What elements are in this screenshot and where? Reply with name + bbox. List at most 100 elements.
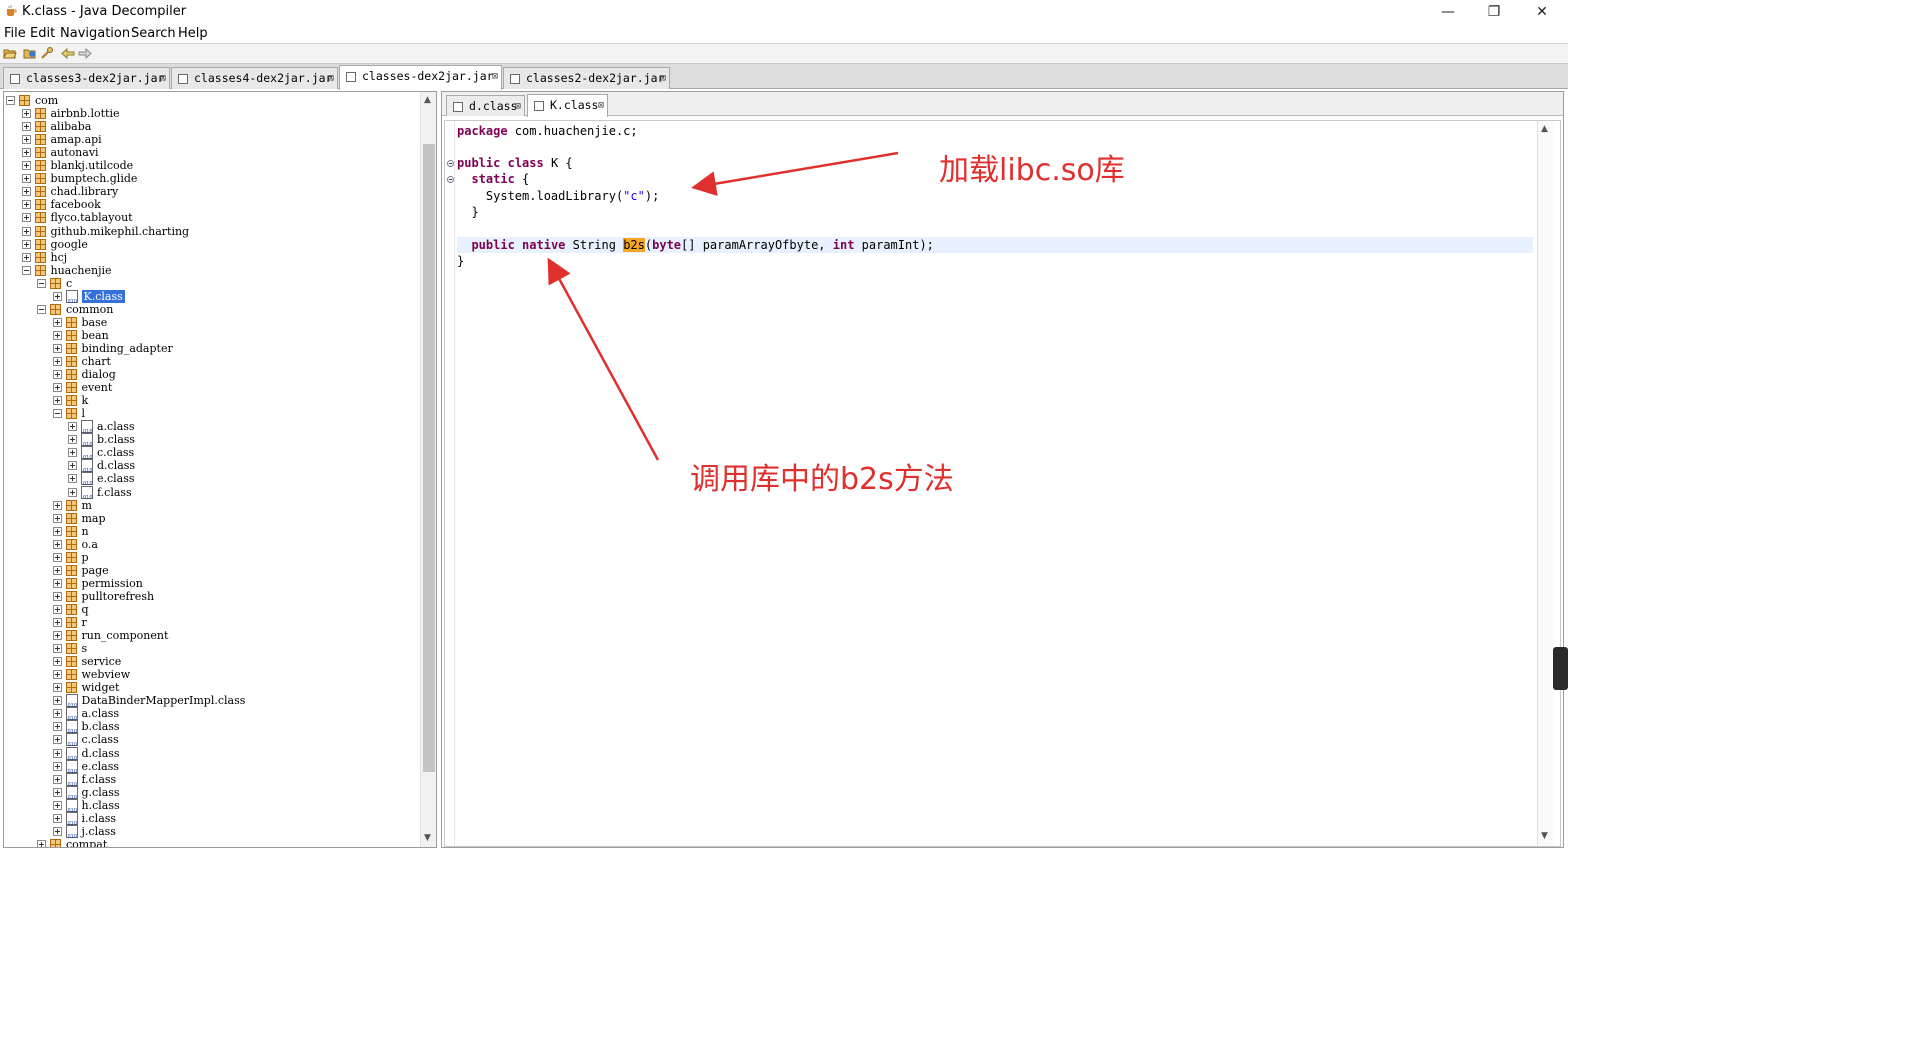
code-token: com.huachenjie.c;	[507, 124, 638, 138]
open-file-icon[interactable]	[3, 47, 17, 60]
close-icon[interactable]: ⊠	[515, 101, 521, 112]
collapse-icon[interactable]	[52, 409, 62, 419]
tab-classes2-dex2jar[interactable]: classes2-dex2jar.jar ⊠	[503, 67, 670, 89]
expand-icon[interactable]	[52, 552, 62, 562]
expand-icon[interactable]	[52, 330, 62, 340]
expand-icon[interactable]	[52, 813, 62, 823]
back-icon[interactable]	[61, 47, 75, 60]
expand-icon[interactable]	[21, 122, 31, 132]
expand-icon[interactable]	[52, 787, 62, 797]
expand-icon[interactable]	[21, 200, 31, 210]
close-icon[interactable]: ⊠	[598, 100, 604, 111]
scroll-up-icon[interactable]: ▲	[1541, 124, 1548, 134]
tree-scrollbar[interactable]: ▲ ▼	[420, 92, 436, 847]
expand-icon[interactable]	[52, 526, 62, 536]
collapse-icon[interactable]	[37, 304, 46, 314]
expand-icon[interactable]	[52, 722, 62, 732]
expand-icon[interactable]	[52, 317, 62, 327]
fold-toggle-icon[interactable]	[447, 160, 454, 167]
expand-icon[interactable]	[21, 213, 31, 223]
expand-icon[interactable]	[68, 435, 77, 445]
expand-icon[interactable]	[52, 396, 62, 406]
scroll-down-icon[interactable]: ▼	[1541, 831, 1548, 841]
package-icon	[65, 643, 77, 655]
expand-icon[interactable]	[52, 696, 62, 706]
expand-icon[interactable]	[68, 422, 77, 432]
menu-edit[interactable]: Edit	[30, 26, 55, 41]
side-handle[interactable]	[1553, 647, 1568, 690]
expand-icon[interactable]	[21, 226, 31, 236]
expand-icon[interactable]	[21, 109, 31, 119]
package-icon	[65, 512, 77, 524]
forward-icon[interactable]	[78, 47, 92, 60]
close-icon[interactable]: ⊠	[492, 71, 498, 82]
expand-icon[interactable]	[68, 448, 77, 458]
expand-icon[interactable]	[52, 735, 62, 745]
tab-classes4-dex2jar[interactable]: classes4-dex2jar.jar ⊠	[171, 67, 338, 89]
expand-icon[interactable]	[52, 343, 62, 353]
expand-icon[interactable]	[52, 670, 62, 680]
maximize-button[interactable]: ❐	[1471, 2, 1517, 22]
expand-icon[interactable]	[21, 148, 31, 158]
expand-icon[interactable]	[21, 187, 31, 197]
tab-k-class[interactable]: K.class ⊠	[527, 94, 608, 117]
expand-icon[interactable]	[52, 657, 62, 667]
expand-icon[interactable]	[52, 644, 62, 654]
tab-d-class[interactable]: d.class ⊠	[446, 95, 525, 116]
expand-icon[interactable]	[21, 135, 31, 145]
close-button[interactable]: ✕	[1519, 2, 1565, 22]
expand-icon[interactable]	[52, 291, 62, 301]
scroll-down-icon[interactable]: ▼	[424, 833, 431, 843]
expand-icon[interactable]	[68, 487, 77, 497]
tree-node-label: facebook	[50, 198, 101, 212]
open-type-icon[interactable]	[23, 47, 37, 60]
expand-icon[interactable]	[52, 761, 62, 771]
expand-icon[interactable]	[52, 578, 62, 588]
expand-icon[interactable]	[52, 774, 62, 784]
expand-icon[interactable]	[52, 565, 62, 575]
tab-classes-dex2jar[interactable]: classes-dex2jar.jar ⊠	[339, 65, 502, 90]
search-icon[interactable]	[40, 47, 54, 60]
close-icon[interactable]: ⊠	[328, 73, 334, 84]
editor-scrollbar[interactable]: ▲ ▼	[1537, 121, 1553, 846]
expand-icon[interactable]	[68, 461, 77, 471]
expand-icon[interactable]	[21, 174, 31, 184]
expand-icon[interactable]	[52, 631, 62, 641]
code-token: String	[565, 238, 624, 252]
menu-navigation[interactable]: Navigation	[60, 26, 130, 41]
expand-icon[interactable]	[52, 618, 62, 627]
close-icon[interactable]: ⊠	[660, 73, 666, 84]
expand-icon[interactable]	[52, 800, 62, 810]
expand-icon[interactable]	[52, 513, 62, 523]
expand-icon[interactable]	[52, 683, 62, 693]
menu-search[interactable]: Search	[131, 26, 176, 41]
expand-icon[interactable]	[52, 604, 62, 614]
expand-icon[interactable]	[52, 709, 62, 719]
expand-icon[interactable]	[21, 161, 31, 171]
expand-icon[interactable]	[68, 474, 77, 484]
tab-classes3-dex2jar[interactable]: classes3-dex2jar.jar ⊠	[3, 67, 170, 89]
minimize-button[interactable]: —	[1425, 2, 1471, 22]
close-icon[interactable]: ⊠	[160, 73, 166, 84]
expand-icon[interactable]	[52, 500, 62, 510]
fold-toggle-icon[interactable]	[447, 176, 454, 183]
collapse-icon[interactable]	[6, 96, 15, 105]
package-icon	[50, 303, 61, 315]
menu-file[interactable]: File	[4, 26, 26, 41]
expand-icon[interactable]	[52, 383, 62, 393]
expand-icon[interactable]	[21, 252, 31, 262]
scrollbar-thumb[interactable]	[423, 144, 435, 772]
scroll-up-icon[interactable]: ▲	[424, 95, 431, 105]
expand-icon[interactable]	[21, 239, 31, 249]
collapse-icon[interactable]	[21, 265, 31, 275]
menu-help[interactable]: Help	[178, 26, 208, 41]
expand-icon[interactable]	[52, 539, 62, 549]
expand-icon[interactable]	[52, 357, 62, 366]
expand-icon[interactable]	[52, 748, 62, 758]
expand-icon[interactable]	[52, 370, 62, 380]
code-editor[interactable]: package com.huachenjie.c; public class K…	[444, 120, 1561, 847]
collapse-icon[interactable]	[37, 278, 46, 288]
expand-icon[interactable]	[52, 591, 62, 601]
expand-icon[interactable]	[37, 839, 46, 847]
expand-icon[interactable]	[52, 826, 62, 836]
